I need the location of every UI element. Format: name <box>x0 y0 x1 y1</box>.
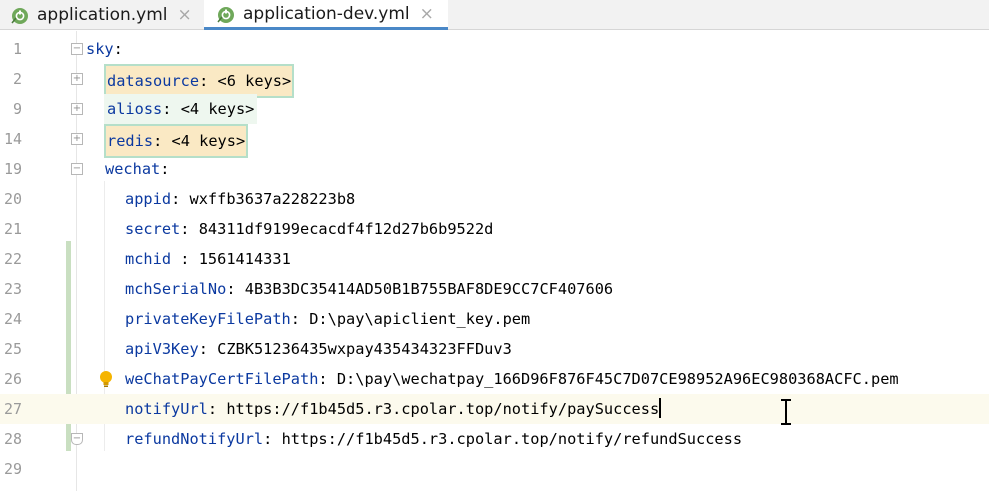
yaml-key: alioss <box>107 100 163 118</box>
yaml-colon: : <box>226 280 245 298</box>
yaml-key: wechat <box>105 160 161 178</box>
yaml-colon: : <box>160 160 170 178</box>
yaml-key: privateKeyFilePath <box>125 310 291 328</box>
yaml-colon: : <box>290 310 310 328</box>
line-number: 9 <box>12 100 22 118</box>
line-number: 14 <box>3 130 22 148</box>
yaml-colon: : <box>199 72 218 90</box>
spring-yaml-file-icon <box>217 6 234 23</box>
code-line[interactable]: 24 privateKeyFilePath: D:\pay\apiclient_… <box>0 304 989 334</box>
yaml-colon: : <box>153 132 172 150</box>
folded-region[interactable]: redis: <4 keys> <box>104 124 249 158</box>
fold-collapse-icon[interactable]: − <box>71 43 83 55</box>
yaml-colon: : <box>318 370 337 388</box>
tab-application-dev-yml[interactable]: application-dev.yml × <box>204 0 448 30</box>
fold-expand-icon[interactable]: + <box>71 73 83 85</box>
yaml-colon: : <box>171 190 190 208</box>
tab-close-icon[interactable]: × <box>420 4 434 24</box>
code-line[interactable]: 14 + redis: <4 keys> <box>0 124 989 158</box>
fold-end-icon[interactable]: − <box>71 433 83 445</box>
lightbulb-icon[interactable] <box>98 370 114 388</box>
line-number: 27 <box>3 400 22 418</box>
code-line[interactable]: 19 − wechat: <box>0 154 989 184</box>
fold-collapse-icon[interactable]: − <box>71 163 83 175</box>
yaml-colon: : <box>198 340 218 358</box>
yaml-value: https://f1b45d5.r3.cpolar.top/notify/ref… <box>281 430 743 448</box>
line-number: 22 <box>3 250 22 268</box>
fold-expand-icon[interactable]: + <box>71 103 83 115</box>
line-number: 28 <box>3 430 22 448</box>
yaml-value: https://f1b45d5.r3.cpolar.top/notify/pay… <box>226 400 660 418</box>
folded-placeholder: <6 keys> <box>217 72 292 90</box>
line-number: 20 <box>3 190 22 208</box>
code-line[interactable]: 21 secret: 84311df9199ecacdf4f12d27b6b95… <box>0 214 989 244</box>
spring-yaml-file-icon <box>11 8 28 24</box>
yaml-value: wxffb3637a228223b8 <box>189 190 356 208</box>
yaml-key: apiV3Key <box>125 340 199 358</box>
yaml-value: D:\pay\apiclient_key.pem <box>309 310 531 328</box>
yaml-key: sky <box>86 40 114 58</box>
code-line[interactable]: 9 + alioss: <4 keys> <box>0 94 989 124</box>
editor-tab-bar: application.yml × application-dev.yml × <box>0 0 989 30</box>
yaml-colon: : <box>180 220 199 238</box>
line-number: 21 <box>3 220 22 238</box>
folded-region[interactable]: alioss: <4 keys> <box>104 94 258 124</box>
line-number: 29 <box>3 460 22 478</box>
code-line[interactable]: 25 apiV3Key: CZBK51236435wxpay435434323F… <box>0 334 989 364</box>
code-line[interactable]: 28 − refundNotifyUrl: https://f1b45d5.r3… <box>0 424 989 454</box>
line-number: 26 <box>3 370 22 388</box>
yaml-colon: : <box>207 400 227 418</box>
yaml-colon: : <box>113 40 123 58</box>
line-number: 1 <box>12 40 22 58</box>
yaml-key: notifyUrl <box>125 400 208 418</box>
code-line[interactable]: 29 <box>0 454 989 484</box>
yaml-value: 84311df9199ecacdf4f12d27b6b9522d <box>198 220 494 238</box>
tab-label: application.yml <box>37 5 168 25</box>
yaml-key: mchSerialNo <box>125 280 227 298</box>
yaml-colon: : <box>263 430 282 448</box>
line-number: 24 <box>3 310 22 328</box>
yaml-value: D:\pay\wechatpay_166D96F876F45C7D07CE989… <box>336 370 899 388</box>
yaml-key: redis <box>107 132 154 150</box>
yaml-colon: : <box>171 250 199 268</box>
line-number: 2 <box>12 70 22 88</box>
code-line[interactable]: 26 weChatPayCertFilePath: D:\pay\wechatp… <box>0 364 989 394</box>
yaml-value: 4B3B3DC35414AD50B1B755BAF8DE9CC7CF407606 <box>244 280 614 298</box>
tab-application-yml[interactable]: application.yml × <box>0 0 204 30</box>
folded-region[interactable]: datasource: <6 keys> <box>104 64 295 98</box>
code-line[interactable]: 2 + datasource: <6 keys> <box>0 64 989 98</box>
line-number: 19 <box>3 160 22 178</box>
text-caret <box>659 398 662 418</box>
code-line[interactable]: 1 − sky: <box>0 34 989 64</box>
tab-label: application-dev.yml <box>243 3 410 24</box>
code-line[interactable]: 20 appid: wxffb3637a228223b8 <box>0 184 989 214</box>
yaml-key: appid <box>125 190 172 208</box>
yaml-key: datasource <box>107 72 200 90</box>
line-number: 23 <box>3 280 22 298</box>
tab-close-icon[interactable]: × <box>178 5 192 25</box>
folded-placeholder: <4 keys> <box>180 100 255 118</box>
yaml-value: CZBK51236435wxpay435434323FFDuv3 <box>217 340 512 358</box>
yaml-key: mchid <box>125 250 172 268</box>
code-line[interactable]: 23 mchSerialNo: 4B3B3DC35414AD50B1B755BA… <box>0 274 989 304</box>
fold-expand-icon[interactable]: + <box>71 133 83 145</box>
code-editor[interactable]: 1 − sky: 2 + datasource: <6 keys> 9 + al… <box>0 31 989 491</box>
yaml-value: 1561414331 <box>198 250 291 268</box>
line-number: 25 <box>3 340 22 358</box>
yaml-key: weChatPayCertFilePath <box>125 370 319 388</box>
text-cursor-icon <box>781 399 791 425</box>
folded-placeholder: <4 keys> <box>171 132 246 150</box>
yaml-key: refundNotifyUrl <box>125 430 264 448</box>
code-line[interactable]: 22 mchid : 1561414331 <box>0 244 989 274</box>
yaml-colon: : <box>162 100 181 118</box>
yaml-key: secret <box>125 220 181 238</box>
code-line-current[interactable]: 27 notifyUrl: https://f1b45d5.r3.cpolar.… <box>0 394 989 424</box>
